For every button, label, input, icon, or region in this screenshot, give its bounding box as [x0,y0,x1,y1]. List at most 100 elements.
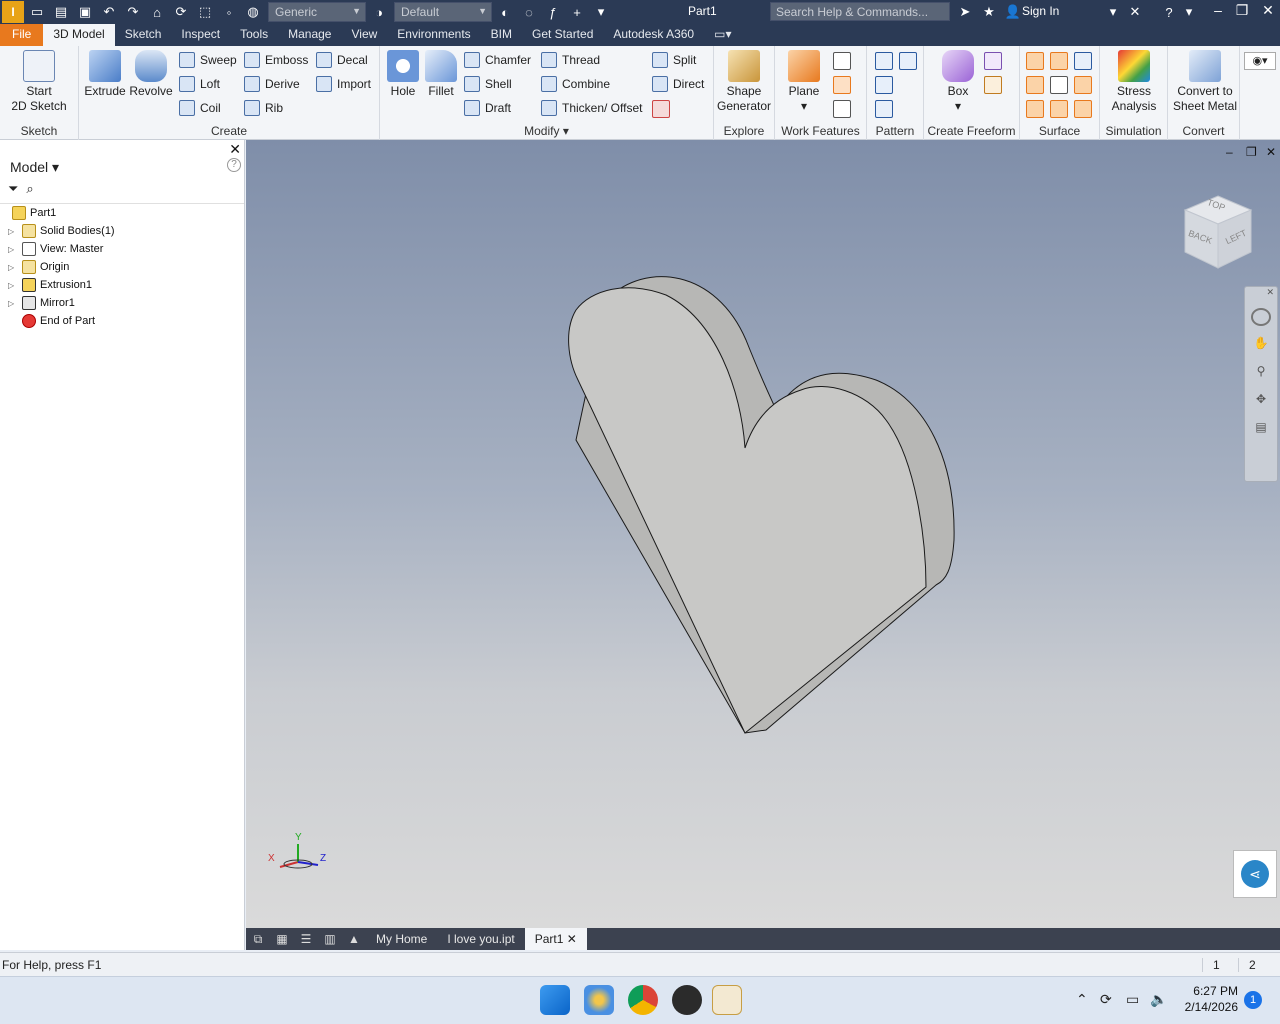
share-button[interactable]: ⋖ [1233,850,1277,898]
expand-icon[interactable]: ▷ [8,281,18,290]
revolve-button[interactable]: Revolve [129,50,173,99]
tab-sketch[interactable]: Sketch [115,24,172,46]
inventor-taskbar-icon[interactable] [712,985,742,1015]
panel-label-modify[interactable]: Modify ▾ [380,124,713,138]
tab-3d-model[interactable]: 3D Model [43,24,115,46]
hole-button[interactable]: Hole [384,50,422,99]
tab-environments[interactable]: Environments [387,24,480,46]
stress-analysis-button[interactable]: Stress Analysis [1104,50,1164,114]
windows-start-icon[interactable] [540,985,570,1015]
patch-icon[interactable] [1074,52,1092,70]
app-icon[interactable] [672,985,702,1015]
fillet-button[interactable]: Fillet [422,50,460,99]
tab-view[interactable]: View [341,24,387,46]
repair-bodies-icon[interactable] [1074,100,1092,118]
favorites-star-icon[interactable]: ★ [978,3,1000,21]
viewcube[interactable]: TOP BACK LEFT [1183,192,1253,269]
coil-button[interactable]: Coil [179,100,221,116]
measure-icon[interactable]: ◦ [218,3,240,21]
shape-generator-button[interactable]: Shape Generator [714,50,774,114]
draft-button[interactable]: Draft [464,100,511,116]
mirror-icon[interactable] [899,52,917,70]
notification-badge[interactable]: 1 [1244,991,1262,1009]
tile-horizontal-icon[interactable]: ☰ [294,932,318,946]
home-icon[interactable]: ⌂ [146,3,168,21]
combine-button[interactable]: Combine [541,76,610,92]
shell-button[interactable]: Shell [464,76,512,92]
inventor-logo-icon[interactable]: I [2,1,24,23]
display-icon[interactable]: ▭ [1126,991,1139,1008]
expand-icon[interactable]: ▷ [8,263,18,272]
split-button[interactable]: Split [652,52,696,68]
stitch-icon[interactable] [1026,52,1044,70]
chrome-icon[interactable] [628,985,658,1015]
trim-icon[interactable] [1026,76,1044,94]
delete-face-surface-icon[interactable] [1050,76,1068,94]
select-icon[interactable]: ⬚ [194,3,216,21]
expand-icon[interactable]: ▷ [8,299,18,308]
sign-in-arrow-icon[interactable]: ➤ [954,3,976,21]
tab-manage[interactable]: Manage [278,24,341,46]
graphics-viewport[interactable]: – ❐ ✕ TOP BACK LEFT X Y Z ⋖ [246,140,1280,928]
navbar-close-icon[interactable]: ✕ [1245,287,1277,298]
rib-button[interactable]: Rib [244,100,283,116]
ribbon-display-toggle-icon[interactable]: ▭▾ [704,24,741,46]
customize-qat-icon[interactable]: ▾ [590,3,612,21]
heart-model[interactable] [246,140,1280,928]
redo-icon[interactable]: ↷ [122,3,144,21]
new-file-icon[interactable]: ▭ [26,3,48,21]
tree-item-view-master[interactable]: ▷ View: Master [8,240,103,258]
freeform-box-button[interactable]: Box ▾ [938,50,978,114]
sign-in-button[interactable]: Sign In [1022,4,1059,18]
browser-help-icon[interactable]: ? [227,158,241,172]
start-2d-sketch-button[interactable]: Start 2D Sketch [8,50,70,114]
network-icon[interactable]: ⟳ [1100,991,1112,1008]
close-tab-icon[interactable]: ✕ [567,932,577,946]
look-at-icon[interactable]: ▤ [1251,420,1271,438]
edit-form-icon[interactable] [984,52,1002,70]
tabs-menu-icon[interactable]: ▲ [342,932,366,946]
delete-face-icon[interactable] [652,100,670,118]
loft-button[interactable]: Loft [179,76,220,92]
help-dropdown-icon[interactable]: ▾ [1178,3,1200,21]
expand-icon[interactable]: ▷ [8,227,18,236]
undo-icon[interactable]: ↶ [98,3,120,21]
material-select[interactable]: Generic ▼ [268,2,366,22]
decal-button[interactable]: Decal [316,52,368,68]
tree-item-extrusion1[interactable]: ▷ Extrusion1 [8,276,92,294]
tab-autodesk-a360[interactable]: Autodesk A360 [603,24,704,46]
zoom-icon[interactable]: ⚲ [1251,364,1271,382]
point-icon[interactable] [833,76,851,94]
save-icon[interactable]: ▣ [74,3,96,21]
plus-icon[interactable]: + [566,3,588,21]
browser-title[interactable]: Model ▾ [10,159,59,176]
import-button[interactable]: Import [316,76,371,92]
pan-icon[interactable]: ✋ [1251,336,1271,354]
axis-icon[interactable] [833,52,851,70]
steering-wheel-icon[interactable] [1251,308,1271,326]
help-icon[interactable]: ? [1158,3,1180,21]
sketch-driven-pattern-icon[interactable] [875,100,893,118]
tree-item-end-of-part[interactable]: End of Part [8,312,95,330]
search-help-input[interactable]: Search Help & Commands... [770,2,950,21]
volume-muted-icon[interactable]: 🔈 [1150,991,1167,1008]
update-icon[interactable]: ⟳ [170,3,192,21]
tree-item-mirror1[interactable]: ▷ Mirror1 [8,294,75,312]
sign-in-dropdown-icon[interactable]: ▾ [1102,3,1124,21]
close-window-icon[interactable]: ✕ [1258,2,1278,19]
orbit-icon[interactable]: ✥ [1251,392,1271,410]
tile-vertical-icon[interactable]: ▥ [318,932,342,946]
tab-get-started[interactable]: Get Started [522,24,603,46]
filter-icon[interactable]: ⏷ [8,181,18,197]
sculpt-icon[interactable] [1050,52,1068,70]
photos-app-icon[interactable] [584,985,614,1015]
chamfer-button[interactable]: Chamfer [464,52,531,68]
boundary-patch-icon[interactable] [1026,100,1044,118]
extend-icon[interactable] [1074,76,1092,94]
extrude-button[interactable]: Extrude [83,50,127,99]
expand-icon[interactable]: ▷ [8,245,18,254]
adjust-icon[interactable]: ◐ [494,3,516,21]
system-clock[interactable]: 6:27 PM 2/14/2026 [1176,983,1238,1015]
clear-icon[interactable]: ◌ [518,3,540,21]
appearance-icon[interactable]: ◑ [368,3,390,21]
